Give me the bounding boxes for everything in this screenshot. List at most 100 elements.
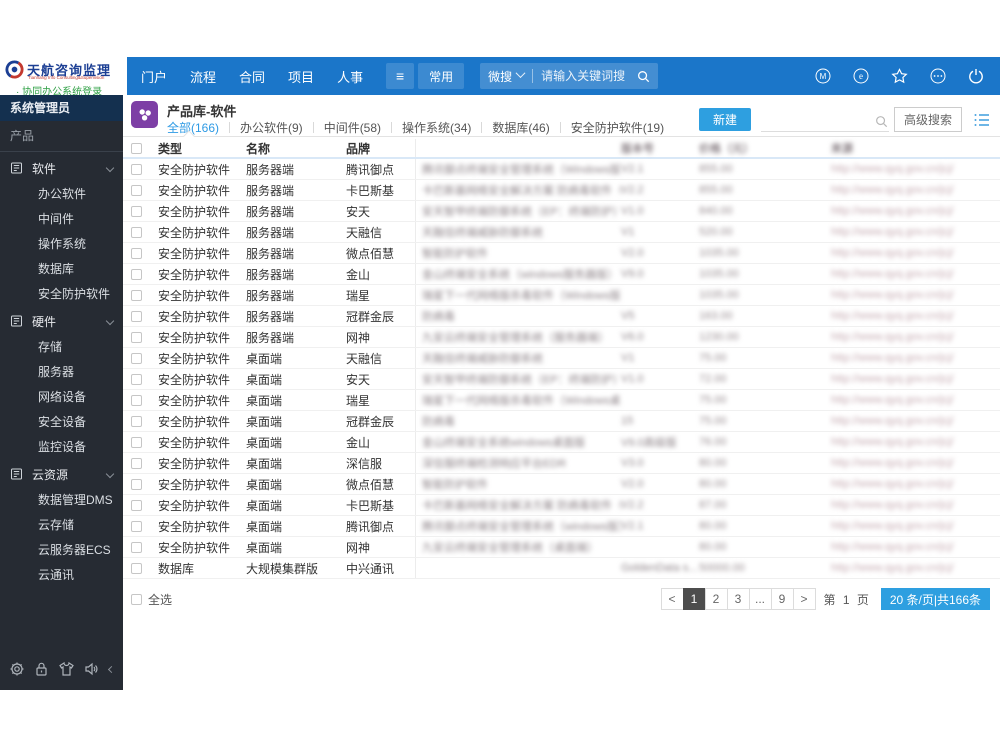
e-badge-icon[interactable]: e: [853, 68, 869, 84]
cell-source-link-blurred[interactable]: http://www.qyq.gov.cn/jcj/: [831, 415, 1000, 427]
row-checkbox[interactable]: [131, 184, 142, 196]
more-icon[interactable]: [930, 68, 946, 84]
cell-source-link-blurred[interactable]: http://www.qyq.gov.cn/jcj/: [831, 205, 1000, 217]
row-checkbox[interactable]: [131, 457, 142, 469]
sidebar-item[interactable]: 操作系统: [0, 232, 123, 257]
cell-source-link-blurred[interactable]: http://www.qyq.gov.cn/jcj/: [831, 562, 1000, 574]
row-checkbox[interactable]: [131, 163, 142, 175]
advanced-search-button[interactable]: 高级搜索: [893, 107, 962, 132]
row-checkbox[interactable]: [131, 331, 142, 343]
row-checkbox[interactable]: [131, 541, 142, 553]
cell-source-link-blurred[interactable]: http://www.qyq.gov.cn/jcj/: [831, 289, 1000, 301]
cell-source-link-blurred[interactable]: http://www.qyq.gov.cn/jcj/: [831, 373, 1000, 385]
sidebar-group[interactable]: 硬件: [0, 307, 123, 335]
nav-item[interactable]: 门户: [141, 67, 167, 86]
cell-source-link-blurred[interactable]: http://www.qyq.gov.cn/jcj/: [831, 520, 1000, 532]
row-checkbox[interactable]: [131, 478, 142, 490]
sidebar-item[interactable]: 云通讯: [0, 563, 123, 588]
tab-1[interactable]: 办公软件(9): [240, 119, 303, 136]
nav-item[interactable]: 项目: [288, 67, 314, 86]
row-checkbox[interactable]: [131, 394, 142, 406]
nav-menu-icon[interactable]: ≡: [386, 63, 415, 89]
cell-source-link-blurred[interactable]: http://www.qyq.gov.cn/jcj/: [831, 394, 1000, 406]
search-input[interactable]: [541, 69, 638, 83]
nav-item[interactable]: 人事: [337, 67, 363, 86]
list-view-icon[interactable]: [974, 113, 990, 127]
row-checkbox[interactable]: [131, 226, 142, 238]
page-prev-button[interactable]: <: [660, 588, 684, 610]
tab-2[interactable]: 中间件(58): [324, 119, 381, 136]
col-header-name[interactable]: 名称: [246, 140, 346, 157]
row-checkbox[interactable]: [131, 310, 142, 322]
page-button[interactable]: 2: [704, 588, 728, 610]
row-checkbox[interactable]: [131, 562, 142, 574]
cell-source-link-blurred[interactable]: http://www.qyq.gov.cn/jcj/: [831, 541, 1000, 553]
tab-3[interactable]: 操作系统(34): [402, 119, 471, 136]
cell-source-link-blurred[interactable]: http://www.qyq.gov.cn/jcj/: [831, 247, 1000, 259]
row-checkbox[interactable]: [131, 415, 142, 427]
sidebar-group[interactable]: 云资源: [0, 460, 123, 488]
cell-source-link-blurred[interactable]: http://www.qyq.gov.cn/jcj/: [831, 352, 1000, 364]
row-checkbox[interactable]: [131, 436, 142, 448]
row-checkbox[interactable]: [131, 520, 142, 532]
gear-icon[interactable]: [9, 661, 25, 677]
sidebar-item[interactable]: 服务器: [0, 360, 123, 385]
sidebar-group[interactable]: 软件: [0, 154, 123, 182]
select-all-checkbox[interactable]: [131, 142, 142, 154]
star-icon[interactable]: [891, 68, 908, 84]
row-checkbox[interactable]: [131, 499, 142, 511]
sidebar-item[interactable]: 存储: [0, 335, 123, 360]
page-size-button[interactable]: 20 条/页|共166条: [880, 588, 990, 610]
page-button[interactable]: 1: [682, 588, 706, 610]
sidebar-item[interactable]: 安全设备: [0, 410, 123, 435]
cell-source-link-blurred[interactable]: http://www.qyq.gov.cn/jcj/: [831, 499, 1000, 511]
sidebar-item[interactable]: 网络设备: [0, 385, 123, 410]
sidebar-item[interactable]: 办公软件: [0, 182, 123, 207]
nav-common-button[interactable]: 常用: [418, 63, 465, 89]
sidebar-item[interactable]: 云存储: [0, 513, 123, 538]
row-checkbox[interactable]: [131, 268, 142, 280]
select-all-checkbox[interactable]: [131, 593, 142, 605]
col-header-version[interactable]: 版本号: [621, 140, 699, 156]
row-checkbox[interactable]: [131, 205, 142, 217]
m-badge-icon[interactable]: M: [815, 68, 831, 84]
sidebar-item[interactable]: 安全防护软件: [0, 282, 123, 307]
row-checkbox[interactable]: [131, 289, 142, 301]
nav-item[interactable]: 流程: [190, 67, 216, 86]
search-scope-dropdown[interactable]: 微搜: [488, 68, 512, 85]
page-button[interactable]: 3: [726, 588, 750, 610]
table-search-input[interactable]: [760, 110, 889, 132]
collapse-sidebar-icon[interactable]: [107, 665, 116, 673]
cell-source-link-blurred[interactable]: http://www.qyq.gov.cn/jcj/: [831, 478, 1000, 490]
search-icon[interactable]: [875, 115, 888, 128]
sidebar-item[interactable]: 数据库: [0, 257, 123, 282]
sidebar-item[interactable]: 数据管理DMS: [0, 488, 123, 513]
col-header-type[interactable]: 类型: [142, 140, 246, 157]
page-next-button[interactable]: >: [792, 588, 816, 610]
power-icon[interactable]: [968, 68, 984, 84]
cell-source-link-blurred[interactable]: http://www.qyq.gov.cn/jcj/: [831, 184, 1000, 196]
cell-source-link-blurred[interactable]: http://www.qyq.gov.cn/jcj/: [831, 268, 1000, 280]
col-header-brand[interactable]: 品牌: [346, 139, 416, 157]
nav-item[interactable]: 合同: [239, 67, 265, 86]
new-button[interactable]: 新建: [698, 108, 751, 131]
col-header-price[interactable]: 价格（元）: [699, 140, 831, 156]
cell-source-link-blurred[interactable]: http://www.qyq.gov.cn/jcj/: [831, 226, 1000, 238]
sidebar-item[interactable]: 中间件: [0, 207, 123, 232]
cell-source-link-blurred[interactable]: http://www.qyq.gov.cn/jcj/: [831, 436, 1000, 448]
page-button[interactable]: ...: [748, 588, 772, 610]
cell-source-link-blurred[interactable]: http://www.qyq.gov.cn/jcj/: [831, 310, 1000, 322]
row-checkbox[interactable]: [131, 352, 142, 364]
sidebar-item[interactable]: 云服务器ECS: [0, 538, 123, 563]
lock-icon[interactable]: [34, 661, 49, 677]
row-checkbox[interactable]: [131, 247, 142, 259]
cell-source-link-blurred[interactable]: http://www.qyq.gov.cn/jcj/: [831, 457, 1000, 469]
row-checkbox[interactable]: [131, 373, 142, 385]
col-header-source[interactable]: 来源: [831, 140, 1000, 156]
search-icon[interactable]: [637, 70, 650, 83]
sound-icon[interactable]: [84, 661, 100, 677]
sidebar-item[interactable]: 监控设备: [0, 435, 123, 460]
cell-source-link-blurred[interactable]: http://www.qyq.gov.cn/jcj/: [831, 163, 1000, 175]
cell-source-link-blurred[interactable]: http://www.qyq.gov.cn/jcj/: [831, 331, 1000, 343]
tab-5[interactable]: 安全防护软件(19): [571, 119, 664, 136]
